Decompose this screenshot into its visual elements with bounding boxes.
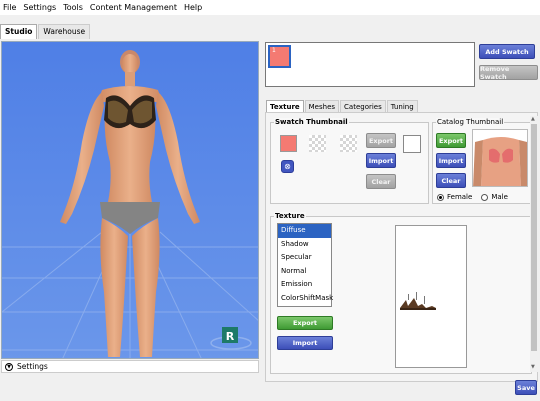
menu-help[interactable]: Help — [184, 3, 202, 12]
catalog-thumbnail-title: Catalog Thumbnail — [436, 118, 505, 126]
swatch-thumbnail-title: Swatch Thumbnail — [274, 118, 349, 126]
catalog-clear-button[interactable]: Clear — [436, 173, 466, 188]
catalog-import-button[interactable]: Import — [436, 153, 466, 168]
female-label: Female — [447, 193, 473, 201]
swatch-export-button[interactable]: Export — [366, 133, 396, 148]
texture-type-list[interactable]: Diffuse Shadow Specular Normal Emission … — [277, 223, 333, 307]
catalog-thumbnail-image[interactable] — [472, 129, 528, 187]
texture-tab-panel: Swatch Thumbnail ⊗ Export Import Clear C… — [265, 112, 538, 382]
menu-file[interactable]: File — [3, 3, 16, 12]
male-radio[interactable] — [481, 193, 489, 201]
menu-content-management[interactable]: Content Management — [90, 3, 177, 12]
gizmo-letter: R — [226, 330, 235, 343]
close-icon[interactable]: ⊗ — [281, 160, 294, 173]
tab-warehouse[interactable]: Warehouse — [38, 24, 91, 39]
texture-preview[interactable] — [395, 225, 467, 368]
tab-studio[interactable]: Studio — [0, 24, 38, 39]
catalog-thumbnail-preview — [473, 130, 527, 186]
female-radio[interactable] — [437, 193, 444, 201]
texture-item-normal[interactable]: Normal — [278, 265, 331, 279]
texture-group: Texture Diffuse Shadow Specular Normal E… — [270, 212, 532, 374]
swatch-import-button[interactable]: Import — [366, 153, 396, 168]
scroll-down-icon[interactable]: ▼ — [531, 364, 535, 370]
swatch-index: 1 — [272, 47, 276, 54]
texture-import-button[interactable]: Import — [277, 336, 333, 350]
remove-swatch-button[interactable]: Remove Swatch — [479, 65, 538, 81]
swatch-color-preview[interactable] — [280, 135, 297, 152]
texture-item-shadow[interactable]: Shadow — [278, 238, 331, 252]
swatch-thumb-slot-3[interactable] — [340, 135, 357, 152]
3d-viewport[interactable]: R — [1, 41, 259, 359]
swatch-clear-button[interactable]: Clear — [366, 174, 396, 189]
viewport-scene: R — [2, 42, 258, 358]
save-button[interactable]: Save — [515, 380, 537, 395]
texture-export-button[interactable]: Export — [277, 316, 333, 330]
viewport-settings-toggle[interactable]: ▼ Settings — [1, 360, 259, 373]
menu-settings[interactable]: Settings — [23, 3, 56, 12]
texture-item-diffuse[interactable]: Diffuse — [278, 224, 331, 238]
texture-preview-image — [400, 292, 436, 310]
menu-tools[interactable]: Tools — [63, 3, 83, 12]
gender-radio-group: Female Male — [437, 193, 508, 201]
add-swatch-button[interactable]: Add Swatch — [479, 44, 535, 59]
texture-item-emission[interactable]: Emission — [278, 278, 331, 292]
scroll-up-icon[interactable]: ▲ — [531, 116, 535, 122]
swatch-thumb-slot-2[interactable] — [309, 135, 326, 152]
catalog-thumbnail-group: Catalog Thumbnail Export Import Clear Fe… — [432, 118, 532, 204]
panel-scrollbar[interactable]: ▲ ▼ — [530, 116, 538, 372]
swatch-list[interactable]: 1 — [265, 42, 475, 87]
catalog-export-button[interactable]: Export — [436, 133, 466, 148]
viewport-settings-label: Settings — [17, 362, 48, 371]
swatch-thumbnail-group: Swatch Thumbnail ⊗ Export Import Clear — [270, 118, 429, 204]
menu-bar: File Settings Tools Content Management H… — [0, 0, 540, 15]
main-tabs: Studio Warehouse — [0, 24, 91, 39]
texture-item-specular[interactable]: Specular — [278, 251, 331, 265]
scroll-thumb[interactable] — [531, 124, 537, 351]
male-label: Male — [491, 193, 508, 201]
texture-item-colorshiftmask[interactable]: ColorShiftMask — [278, 292, 333, 306]
texture-title: Texture — [274, 212, 306, 220]
right-pane: 1 Add Swatch Remove Swatch Texture Meshe… — [262, 41, 540, 382]
swatch-item[interactable]: 1 — [268, 45, 291, 68]
chevron-down-icon: ▼ — [5, 362, 13, 371]
swatch-color-box[interactable] — [403, 135, 421, 153]
